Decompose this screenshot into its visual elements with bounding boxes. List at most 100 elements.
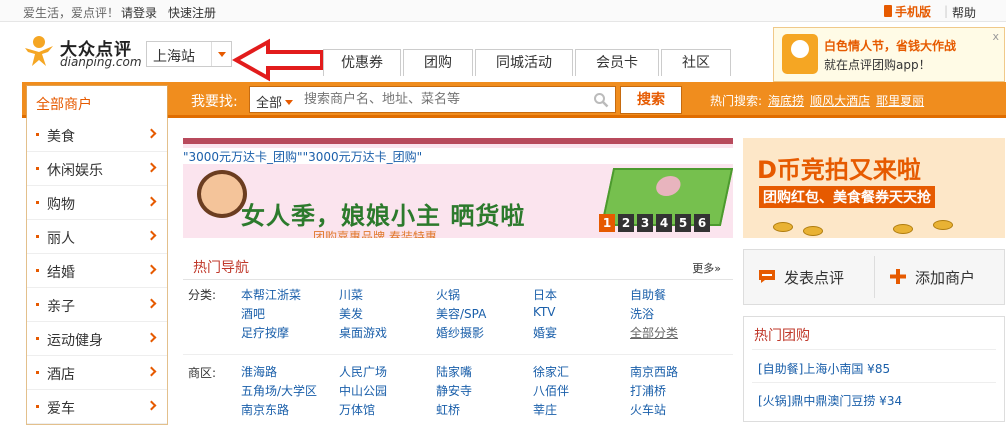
category-link[interactable]: 桌面游戏: [339, 324, 387, 341]
tab-group-buy[interactable]: 团购: [403, 49, 473, 76]
sidebar-item-car[interactable]: 爱车: [27, 390, 167, 424]
tab-community[interactable]: 社区: [661, 49, 731, 76]
banner-page-3[interactable]: 3: [637, 214, 653, 232]
hot-search-link[interactable]: 耶里夏丽: [876, 94, 924, 108]
plus-icon: [890, 269, 906, 284]
group-buy-item[interactable]: [火锅]鼎中鼎澳门豆捞 ¥34: [758, 392, 902, 409]
help-link[interactable]: 帮助: [952, 4, 976, 21]
banner-page-5[interactable]: 5: [675, 214, 691, 232]
chevron-right-icon: [146, 128, 157, 139]
search-category-select[interactable]: 全部: [256, 92, 294, 111]
category-link[interactable]: 婚纱摄影: [436, 324, 484, 341]
district-link[interactable]: 南京西路: [630, 363, 678, 380]
district-link[interactable]: 人民广场: [339, 363, 387, 380]
sidebar-item-hotel[interactable]: 酒店: [27, 356, 167, 390]
banner-headline: 女人季，娘娘小主 晒货啦: [241, 202, 526, 230]
district-link[interactable]: 火车站: [630, 401, 666, 418]
sidebar-item-label: 运动健身: [47, 333, 103, 349]
main-nav-bar: 全部商户 我要找: 全部 搜索 热门搜索: 海底捞顺风大酒店耶里夏丽: [22, 82, 1006, 118]
hot-search-link[interactable]: 海底捞: [768, 94, 804, 108]
category-link[interactable]: 川菜: [339, 286, 363, 303]
district-link[interactable]: 徐家汇: [533, 363, 569, 380]
hot-nav-more-link[interactable]: 更多»: [692, 260, 721, 276]
city-dropdown-toggle[interactable]: [211, 42, 231, 66]
district-link[interactable]: 南京东路: [241, 401, 289, 418]
district-link[interactable]: 陆家嘴: [436, 363, 472, 380]
city-selector[interactable]: 上海站: [146, 41, 232, 67]
mobile-version-link[interactable]: 手机版: [884, 3, 931, 20]
hot-nav-row-divider: [183, 354, 733, 355]
banner-page-2[interactable]: 2: [618, 214, 634, 232]
logo[interactable]: 大众点评 dianping.com: [22, 30, 142, 74]
sidebar-item-label: 亲子: [47, 299, 75, 315]
banner-page-6[interactable]: 6: [694, 214, 710, 232]
category-link[interactable]: 自助餐: [630, 286, 666, 303]
coin-icon: [773, 222, 793, 232]
sidebar-item-entertainment[interactable]: 休闲娱乐: [27, 152, 167, 186]
sidebar-item-shopping[interactable]: 购物: [27, 186, 167, 220]
district-link[interactable]: 莘庄: [533, 401, 557, 418]
category-link[interactable]: 美发: [339, 305, 363, 322]
banner-caption: "3000元万达卡_团购""3000元万达卡_团购": [183, 148, 733, 164]
district-link[interactable]: 五角场/大学区: [241, 382, 317, 399]
district-link[interactable]: 静安寺: [436, 382, 472, 399]
side-banner-headline: D币竞拍又来啦: [757, 156, 921, 184]
sidebar-item-beauty[interactable]: 丽人: [27, 220, 167, 254]
sidebar-item-food[interactable]: 美食: [27, 118, 167, 152]
hot-search-link[interactable]: 顺风大酒店: [810, 94, 870, 108]
app-promo[interactable]: 白色情人节，省钱大作战 就在点评团购app！ x: [773, 27, 1005, 82]
search-category-label: 全部: [256, 96, 283, 111]
promo-line2: 就在点评团购app！: [824, 58, 931, 72]
sidebar-item-sports[interactable]: 运动健身: [27, 322, 167, 356]
chevron-right-icon: [146, 162, 157, 173]
category-link[interactable]: 足疗按摩: [241, 324, 289, 341]
write-review-button[interactable]: 发表点评: [744, 250, 874, 304]
coin-icon: [803, 226, 823, 236]
chevron-right-icon: [146, 230, 157, 241]
close-icon[interactable]: x: [992, 30, 999, 43]
banner-girl-illustration: [197, 170, 247, 218]
tab-member-card[interactable]: 会员卡: [575, 49, 659, 76]
category-link[interactable]: 婚宴: [533, 324, 557, 341]
category-link[interactable]: 洗浴: [630, 305, 654, 322]
district-link[interactable]: 万体馆: [339, 401, 375, 418]
district-link[interactable]: 虹桥: [436, 401, 460, 418]
group-buy-item[interactable]: [自助餐]上海小南国 ¥85: [758, 360, 890, 377]
category-link[interactable]: 火锅: [436, 286, 460, 303]
district-link[interactable]: 中山公园: [339, 382, 387, 399]
add-shop-button[interactable]: 添加商户: [875, 250, 1005, 304]
tab-events[interactable]: 同城活动: [475, 49, 573, 76]
category-sidebar: 美食 休闲娱乐 购物 丽人 结婚 亲子 运动健身 酒店 爱车: [26, 118, 168, 425]
category-label: 分类:: [188, 288, 217, 302]
dcoin-auction-banner[interactable]: D币竞拍又来啦 团购红包、美食餐券天天抢: [743, 138, 1005, 238]
sidebar-item-label: 结婚: [47, 265, 75, 281]
sidebar-item-label: 爱车: [47, 401, 75, 417]
category-link[interactable]: KTV: [533, 305, 555, 319]
login-link[interactable]: 请登录: [121, 4, 157, 21]
district-link[interactable]: 八佰伴: [533, 382, 569, 399]
district-label: 商区:: [188, 366, 217, 380]
district-link[interactable]: 打浦桥: [630, 382, 666, 399]
all-merchants-menu[interactable]: 全部商户: [26, 85, 168, 118]
banner-page-4[interactable]: 4: [656, 214, 672, 232]
search-icon[interactable]: [593, 92, 609, 108]
tab-coupons[interactable]: 优惠券: [323, 49, 401, 76]
sidebar-item-family[interactable]: 亲子: [27, 288, 167, 322]
logo-mascot-icon: [25, 36, 53, 66]
all-categories-link[interactable]: 全部分类: [630, 324, 678, 341]
sidebar-item-wedding[interactable]: 结婚: [27, 254, 167, 288]
register-link[interactable]: 快速注册: [168, 4, 216, 21]
main-banner[interactable]: "3000元万达卡_团购""3000元万达卡_团购" 女人季，娘娘小主 晒货啦 …: [183, 138, 733, 238]
banner-page-1[interactable]: 1: [599, 214, 615, 232]
hot-search-label: 热门搜索:: [710, 94, 763, 108]
search-input[interactable]: [304, 90, 584, 109]
sidebar-item-label: 美食: [47, 129, 75, 145]
search-button[interactable]: 搜索: [620, 86, 682, 114]
category-link[interactable]: 美容/SPA: [436, 305, 486, 322]
category-link[interactable]: 本帮江浙菜: [241, 286, 301, 303]
category-link[interactable]: 酒吧: [241, 305, 265, 322]
category-link[interactable]: 日本: [533, 286, 557, 303]
coin-icon: [933, 220, 953, 230]
district-link[interactable]: 淮海路: [241, 363, 277, 380]
write-review-label: 发表点评: [784, 269, 845, 287]
